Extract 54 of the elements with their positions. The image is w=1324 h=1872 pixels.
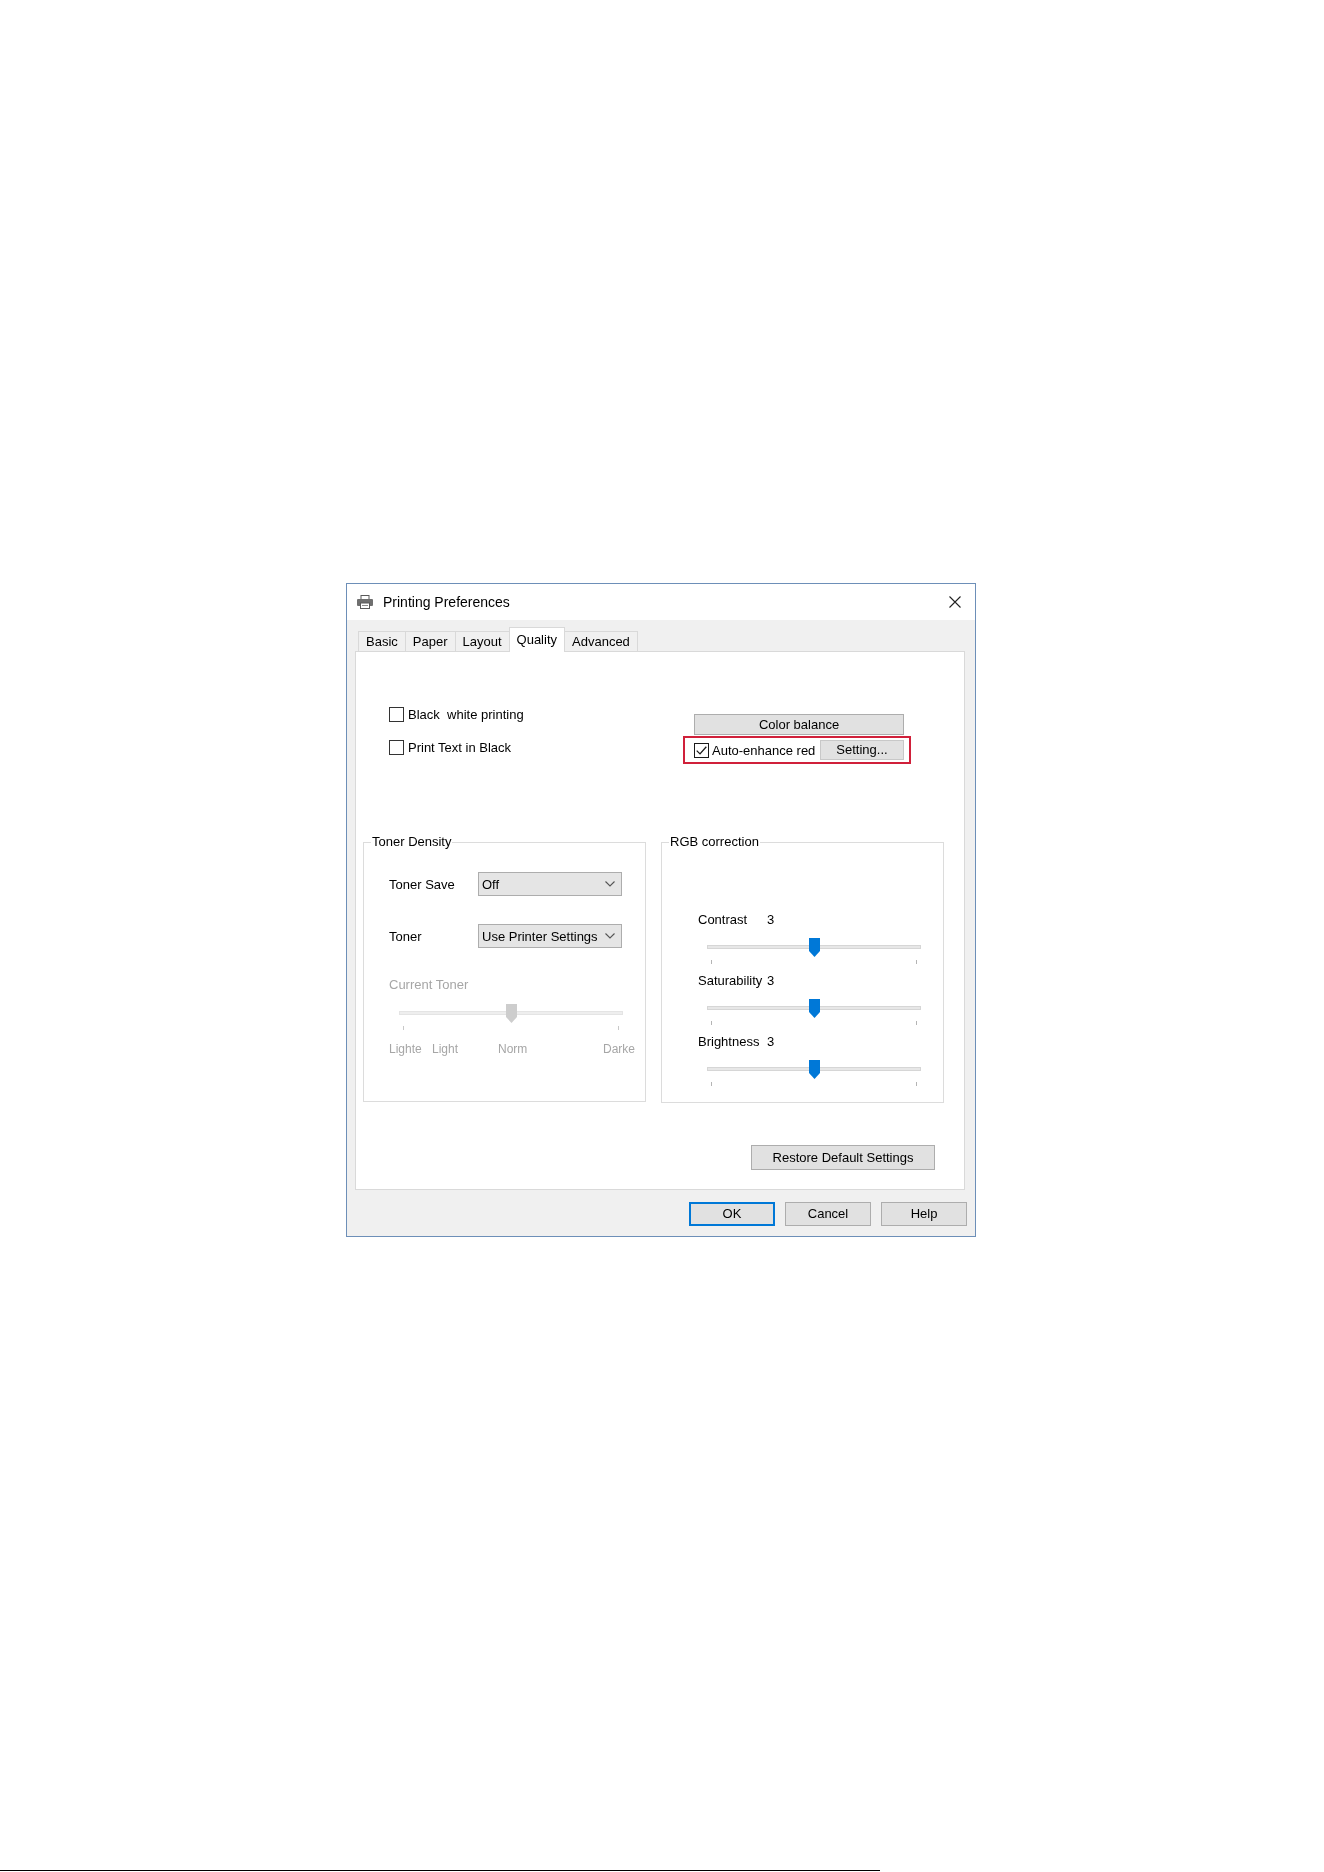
close-icon — [949, 596, 961, 608]
slider-value: 3 — [767, 913, 775, 927]
tick-mark — [403, 1026, 404, 1030]
tab[interactable]: Quality — [508, 627, 565, 652]
dropdown[interactable]: Use Printer Settings — [478, 924, 622, 948]
checkbox-label[interactable]: Black white printing — [408, 707, 524, 722]
chevron-down-icon — [605, 933, 615, 939]
tick-mark — [711, 1082, 712, 1086]
scale-label: Darke — [603, 1042, 635, 1056]
tab[interactable]: Advanced — [564, 631, 638, 651]
slider-label: Brightness — [698, 1035, 761, 1049]
slider-label: Current Toner — [389, 978, 469, 992]
slider-label: Saturability — [698, 974, 764, 988]
tick-mark — [916, 960, 917, 964]
dialog-button[interactable]: Help — [881, 1202, 967, 1226]
field-label: Toner — [389, 928, 423, 944]
check-icon — [696, 745, 707, 755]
tab[interactable]: Paper — [404, 631, 456, 651]
checkbox-label[interactable]: Print Text in Black — [408, 740, 512, 755]
tab[interactable]: Layout — [454, 631, 510, 651]
slider-track[interactable] — [707, 999, 921, 1018]
dialog-button[interactable]: OK — [689, 1202, 775, 1226]
setting-button[interactable]: Setting... — [820, 740, 904, 760]
tick-mark — [916, 1082, 917, 1086]
slider-track[interactable] — [707, 1060, 921, 1079]
scale-label: Norm — [498, 1042, 528, 1056]
slider-value: 3 — [767, 974, 775, 988]
slider-thumb[interactable] — [808, 999, 820, 1018]
window-title: Printing Preferences — [383, 594, 510, 610]
slider-value: 3 — [767, 1035, 775, 1049]
checkbox-label[interactable]: Auto-enhance red — [712, 742, 816, 758]
dialog-button[interactable]: Cancel — [785, 1202, 871, 1226]
field-label: Toner Save — [389, 876, 456, 892]
tab[interactable]: Basic — [358, 631, 406, 651]
tick-mark — [916, 1021, 917, 1025]
group-title: RGB correction — [669, 835, 760, 849]
tick-mark — [618, 1026, 619, 1030]
tick-mark — [711, 960, 712, 964]
slider-label: Contrast — [698, 913, 749, 927]
scale-label: Light — [432, 1042, 459, 1056]
restore-defaults-button[interactable]: Restore Default Settings — [751, 1145, 935, 1170]
scale-label: Lighte — [389, 1042, 422, 1056]
checkbox[interactable] — [389, 707, 404, 722]
chevron-down-icon — [605, 881, 615, 887]
tick-mark — [711, 1021, 712, 1025]
printer-icon — [357, 595, 373, 609]
checkbox[interactable] — [389, 740, 404, 755]
slider-thumb[interactable] — [808, 938, 820, 957]
color-balance-button[interactable]: Color balance — [694, 714, 904, 735]
slider-track[interactable] — [707, 938, 921, 957]
dropdown[interactable]: Off — [478, 872, 622, 896]
checkbox[interactable] — [694, 742, 709, 758]
group-title: Toner Density — [371, 835, 453, 849]
slider-thumb[interactable] — [808, 1060, 820, 1079]
